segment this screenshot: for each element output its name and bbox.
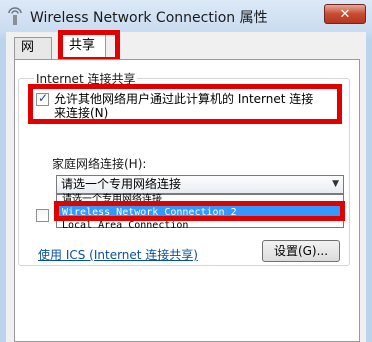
window-title: Wireless Network Connection 属性	[30, 10, 268, 26]
group-title: Internet 连接共享	[34, 70, 138, 87]
client-area: 网络 共享 Internet 连接共享 允许其他网络用户通过此计算机的 Inte…	[6, 30, 366, 342]
home-network-label: 家庭网络连接(H):	[52, 157, 147, 171]
allow-sharing-label-line2: 来连接(N)	[54, 106, 109, 120]
close-button[interactable]: ✕	[324, 4, 366, 24]
chevron-down-icon[interactable]: ▼	[332, 176, 339, 193]
dropdown-option[interactable]: Local Area Connection	[58, 219, 342, 232]
home-network-select[interactable]: 请选一个专用网络连接 ▼	[56, 175, 344, 194]
allow-sharing-checkbox[interactable]	[36, 91, 49, 106]
properties-window: Wireless Network Connection 属性 ✕ 网络 共享 I…	[0, 0, 372, 342]
tab-network[interactable]: 网络	[14, 37, 52, 75]
network-dropdown-list[interactable]: 请选一个专用网络连接 Wireless Network Connection 2…	[56, 193, 344, 231]
tab-sharing[interactable]: 共享	[62, 34, 106, 60]
ics-help-link[interactable]: 使用 ICS (Internet 连接共享)	[38, 246, 198, 263]
title-bar[interactable]: Wireless Network Connection 属性 ✕	[0, 0, 372, 32]
settings-button[interactable]: 设置(G)...	[262, 240, 340, 262]
dropdown-option[interactable]: 请选一个专用网络连接	[58, 193, 342, 206]
allow-control-checkbox[interactable]	[36, 209, 49, 222]
network-icon	[8, 7, 22, 25]
select-value: 请选一个专用网络连接	[61, 177, 182, 191]
allow-sharing-label-line1: 允许其他网络用户通过此计算机的 Internet 连接	[54, 92, 314, 106]
dropdown-option-selected[interactable]: Wireless Network Connection 2	[58, 206, 342, 219]
